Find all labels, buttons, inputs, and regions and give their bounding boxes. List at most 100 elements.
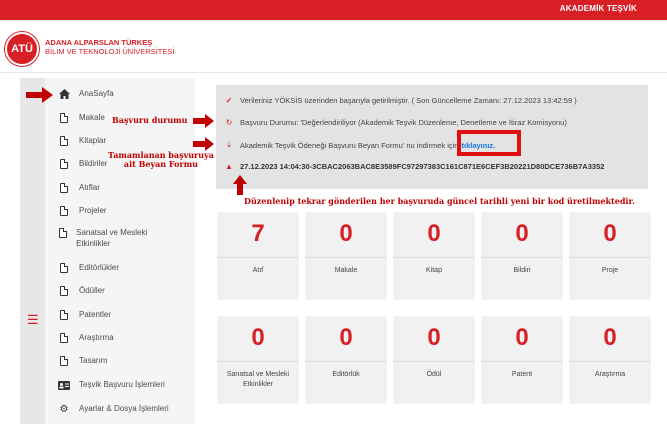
application-status-text: Başvuru Durumu: 'Değerlendiriliyor (Akad… — [240, 118, 567, 127]
count-value: 0 — [603, 220, 617, 247]
count-card-makale[interactable]: 0 Makale — [305, 212, 387, 300]
top-bar: AKADEMİK TEŞVİK — [0, 0, 667, 20]
card-divider — [305, 361, 387, 362]
annotation-code-note: Düzenlenip tekrar gönderilen her başvuru… — [244, 196, 635, 206]
university-name-line1: ADANA ALPARSLAN TÜRKEŞ — [45, 38, 153, 47]
sidebar-item-label: Atıflar — [79, 183, 100, 192]
gears-icon: ⚙ — [59, 403, 69, 415]
sidebar-item-label: Makale — [79, 113, 105, 122]
card-divider — [481, 361, 563, 362]
count-label: Atıf — [252, 267, 264, 274]
count-card-patent[interactable]: 0 Patent — [481, 316, 563, 404]
topbar-divider — [0, 20, 667, 22]
download-form-text: Akademik Teşvik Ödeneği Başvuru Beyan Fo… — [240, 140, 459, 150]
sidebar-item-label: Kitaplar — [79, 136, 107, 145]
sidebar-item-label: Araştırma — [79, 333, 114, 342]
spinner-icon: ↻ — [225, 118, 233, 127]
yoksis-message: Verileriniz YÖKSİS üzerinden başarıyla g… — [240, 96, 577, 105]
yoksis-status-row: ✓ Verileriniz YÖKSİS üzerinden başarıyla… — [224, 96, 577, 105]
status-panel: ✓ Verileriniz YÖKSİS üzerinden başarıyla… — [216, 85, 648, 189]
sidebar-item-label: Patentler — [79, 310, 112, 319]
university-logo[interactable]: ATÜ — [5, 32, 39, 66]
count-label: Patent — [511, 371, 533, 378]
application-code: 27.12.2023 14:04:30-3CBAC2063BAC8E3589FC… — [240, 162, 605, 171]
university-name: ADANA ALPARSLAN TÜRKEŞ BİLİM VE TEKNOLOJ… — [45, 38, 174, 56]
sidebar-item-atiflar[interactable]: Atıflar — [58, 182, 100, 194]
sidebar-item-tesvik-basvuru[interactable]: Teşvik Başvuru İşlemleri — [58, 379, 165, 391]
count-card-odul[interactable]: 0 Ödül — [393, 316, 475, 404]
count-value: 0 — [251, 324, 265, 351]
menu-toggle-icon[interactable]: ☰ — [27, 312, 39, 328]
application-status-row: ↻ Başvuru Durumu: 'Değerlendiriliyor (Ak… — [224, 118, 567, 127]
sidebar-item-label: AnaSayfa — [79, 89, 114, 98]
sidebar-item-kitaplar[interactable]: Kitaplar — [58, 135, 106, 147]
count-label: Editörlük — [332, 371, 360, 378]
sidebar-item-patentler[interactable]: Patentler — [58, 309, 111, 321]
sidebar-item-tasarim[interactable]: Tasarım — [58, 355, 107, 367]
card-divider — [217, 257, 299, 258]
sidebar-item-arastirma[interactable]: Araştırma — [58, 332, 114, 344]
sidebar-item-label: Bildiriler — [79, 159, 108, 168]
count-value: 0 — [339, 324, 353, 351]
sidebar-item-makale[interactable]: Makale — [58, 112, 105, 124]
card-divider — [305, 257, 387, 258]
sidebar-item-editorlukler[interactable]: Editörlükler — [58, 262, 119, 274]
card-divider — [481, 257, 563, 258]
count-value: 0 — [427, 324, 441, 351]
sidebar-item-projeler[interactable]: Projeler — [58, 205, 107, 217]
sidebar: AnaSayfa Makale Kitaplar Bildiriler Atıf… — [45, 78, 195, 424]
count-label: Bildiri — [513, 267, 531, 274]
arrow-form-icon — [193, 137, 214, 151]
arrow-anasayfa-icon — [26, 87, 53, 103]
count-card-proje[interactable]: 0 Proje — [569, 212, 651, 300]
sidebar-item-label: Tasarım — [79, 356, 108, 365]
card-divider — [393, 257, 475, 258]
collapsed-sidebar-strip — [20, 78, 45, 424]
sidebar-item-sanatsal[interactable]: Sanatsal ve Mesleki Etkinlikler — [58, 227, 158, 249]
document-icon — [58, 227, 67, 239]
arrow-status-icon — [193, 114, 214, 128]
count-card-editorluk[interactable]: 0 Editörlük — [305, 316, 387, 404]
count-card-kitap[interactable]: 0 Kitap — [393, 212, 475, 300]
sidebar-item-bildiriler[interactable]: Bildiriler — [58, 158, 107, 170]
card-divider — [569, 257, 651, 258]
document-icon — [58, 332, 70, 344]
code-row: ▲ 27.12.2023 14:04:30-3CBAC2063BAC8E3589… — [224, 162, 604, 171]
sidebar-item-label: Sanatsal ve Mesleki Etkinlikler — [76, 228, 148, 248]
sidebar-item-label: Ayarlar & Dosya İşlemleri — [79, 404, 169, 413]
annotation-form-label-line2: ait Beyan Formu — [123, 159, 198, 169]
document-icon — [58, 355, 70, 367]
card-divider — [393, 361, 475, 362]
sidebar-item-label: Teşvik Başvuru İşlemleri — [79, 380, 165, 389]
count-card-atif[interactable]: 7 Atıf — [217, 212, 299, 300]
sidebar-item-ayarlar[interactable]: ⚙ Ayarlar & Dosya İşlemleri — [58, 403, 169, 415]
count-card-bildiri[interactable]: 0 Bildiri — [481, 212, 563, 300]
count-card-sanatsal[interactable]: 0 Sanatsal ve Mesleki Etkinlikler — [217, 316, 299, 404]
count-label: Araştırma — [594, 371, 626, 378]
count-label: Ödül — [426, 371, 442, 378]
sidebar-item-anasayfa[interactable]: AnaSayfa — [58, 88, 114, 100]
document-icon — [58, 309, 70, 321]
count-value: 7 — [251, 220, 265, 247]
count-value: 0 — [427, 220, 441, 247]
document-icon — [58, 158, 70, 170]
document-icon — [58, 262, 70, 274]
annotation-form-label: Tamamlanan başvuruya ait Beyan Formu — [108, 151, 214, 169]
sidebar-item-label: Ödüller — [79, 286, 105, 295]
count-value: 0 — [515, 324, 529, 351]
arrow-code-icon — [233, 175, 247, 195]
count-value: 0 — [603, 324, 617, 351]
count-label: Kitap — [426, 267, 442, 274]
document-icon — [58, 112, 70, 124]
sidebar-item-oduller[interactable]: Ödüller — [58, 285, 105, 297]
akademik-tesvik-link[interactable]: AKADEMİK TEŞVİK — [560, 4, 637, 13]
card-divider — [569, 361, 651, 362]
count-label: Proje — [601, 267, 619, 274]
download-form-row: ⤓ Akademik Teşvik Ödeneği Başvuru Beyan … — [224, 140, 495, 150]
document-icon — [58, 135, 70, 147]
document-icon — [58, 285, 70, 297]
header-divider — [0, 72, 667, 73]
count-card-arastirma[interactable]: 0 Araştırma — [569, 316, 651, 404]
sidebar-item-label: Editörlükler — [79, 263, 120, 272]
annotation-status-label: Başvuru durumu — [112, 115, 188, 125]
